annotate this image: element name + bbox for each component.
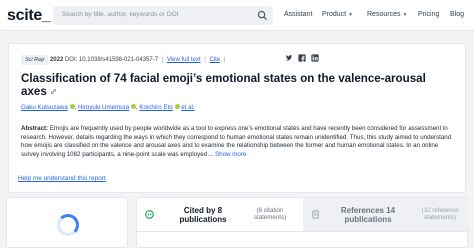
orcid-icon[interactable] [130,104,136,109]
link-icon[interactable] [50,88,57,95]
nav-blog[interactable]: Blog [450,11,464,18]
tab-references[interactable]: References 14 publications (32 reference… [303,198,469,231]
top-bar: scite_ Search by title, author, keywords… [0,0,474,31]
tab-divider [137,231,469,232]
facebook-icon[interactable] [298,54,306,62]
nav-resources[interactable]: Resources ▼ [367,11,407,18]
view-full-text-link[interactable]: View full text [167,57,201,63]
separator: | [223,57,226,63]
chevron-down-icon: ▼ [402,12,408,18]
orcid-icon[interactable] [174,104,180,109]
et-al-link[interactable]: et al. [181,104,194,111]
loading-spinner-icon [57,214,79,236]
orcid-icon[interactable] [69,104,75,109]
cited-by-title: Cited by 8 publications [179,206,227,224]
loading-panel [6,197,128,248]
separator: | [204,57,206,63]
abstract: Abstract: Emojis are frequently used by … [21,125,456,159]
journal-tag: Sci Rep [21,55,49,65]
author-link[interactable]: Hiroyuki Umemura [78,104,129,111]
separator: | [161,57,164,63]
tab-cited-by[interactable]: Cited by 8 publications (6 citation stat… [137,198,303,231]
author-link[interactable]: Gaku Kutsuzawa [21,104,68,111]
chevron-down-icon: ▼ [348,12,354,18]
citation-tabs: Cited by 8 publications (6 citation stat… [136,197,469,248]
search-placeholder: Search by title, author, keywords or DOI [62,11,179,18]
search-icon[interactable] [257,10,268,21]
author-list: Gaku Kutsuzawa , Hiroyuki Umemura , Koic… [21,104,195,111]
document-icon [312,210,319,219]
twitter-icon[interactable] [285,54,293,62]
share-buttons [285,54,319,62]
paper-year: 2022 [49,57,64,63]
paper-meta: Sci Rep 2022 DOI: 10.1038/s41598-021-043… [21,55,227,65]
show-more-link[interactable]: Show more [215,151,246,158]
references-statements: (32 reference statements) [421,207,459,222]
help-understand-link[interactable]: Help me understand this report [18,175,106,182]
quote-bubble-icon [145,210,154,219]
author-link[interactable]: Koichiro Eto [139,104,172,111]
cite-button[interactable]: Cite [209,57,220,63]
nav-resources-label: Resources [367,11,401,18]
nav-assistant[interactable]: Assistant [284,11,312,18]
scite-logo[interactable]: scite_ [7,7,51,25]
nav-product-label: Product [322,11,347,18]
paper-title: Classification of 74 facial emoji’s emot… [21,72,441,98]
abstract-label: Abstract: [21,125,49,132]
nav-pricing[interactable]: Pricing [418,11,439,18]
linkedin-icon[interactable] [311,54,319,62]
cited-by-statements: (6 citation statements) [253,207,287,222]
paper-title-text: Classification of 74 facial emoji’s emot… [21,72,426,98]
search-input[interactable]: Search by title, author, keywords or DOI [53,6,273,25]
references-title: References 14 publications [340,206,396,224]
paper-card: Sci Rep 2022 DOI: 10.1038/s41598-021-043… [8,43,466,193]
nav-product[interactable]: Product ▼ [322,11,353,18]
paper-doi[interactable]: DOI: 10.1038/s41598-021-04357-7 [65,57,158,63]
